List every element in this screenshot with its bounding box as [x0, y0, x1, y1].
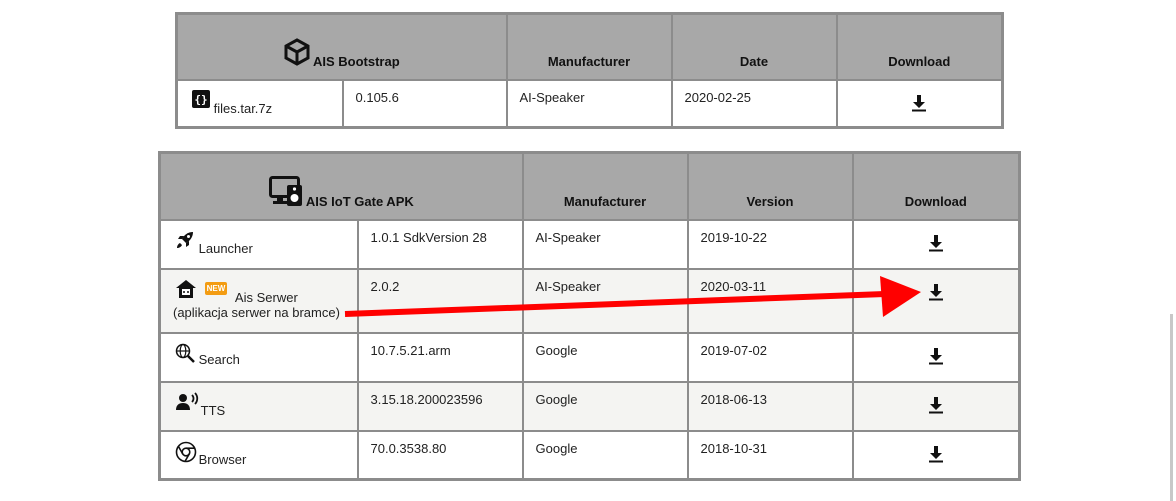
svg-text:{}: {} [194, 93, 207, 106]
table-row: Launcher 1.0.1 SdkVersion 28 AI-Speaker … [158, 218, 1021, 270]
chrome-icon [175, 441, 197, 466]
apk-title: AIS IoT Gate APK [305, 193, 414, 209]
app-name: TTS [200, 402, 226, 418]
version-cell: 3.15.18.200023596 [356, 380, 524, 432]
bootstrap-title: AIS Bootstrap [312, 53, 400, 69]
date-cell: 2019-07-02 [686, 331, 854, 383]
download-icon[interactable] [928, 347, 944, 368]
download-cell [835, 78, 1004, 129]
table-row: Search 10.7.5.21.arm Google 2019-07-02 [158, 331, 1021, 383]
date-cell: 2020-03-11 [686, 267, 854, 334]
manufacturer-cell: AI-Speaker [505, 78, 673, 129]
date-cell: 2020-02-25 [670, 78, 838, 129]
table-row: Browser 70.0.3538.80 Google 2018-10-31 [158, 429, 1021, 481]
version-cell: 70.0.3538.80 [356, 429, 524, 481]
date-cell: 2018-06-13 [686, 380, 854, 432]
date-cell: 2018-10-31 [686, 429, 854, 481]
devices-icon [268, 175, 303, 209]
manufacturer-cell: Google [521, 429, 689, 481]
manufacturer-cell: AI-Speaker [521, 218, 689, 270]
bootstrap-manufacturer-header: Manufacturer [505, 12, 673, 81]
download-icon[interactable] [928, 445, 944, 466]
download-icon[interactable] [928, 283, 944, 304]
apk-download-header: Download [851, 151, 1021, 221]
speaker-voice-icon [175, 391, 199, 415]
home-server-icon [175, 279, 197, 302]
file-name-cell: {} files.tar.7z [175, 78, 344, 129]
new-badge: NEW [204, 281, 228, 295]
app-name-cell: Browser [158, 429, 359, 481]
download-cell [851, 267, 1021, 334]
globe-search-icon [175, 343, 195, 366]
bootstrap-table: AIS Bootstrap Manufacturer Date Download… [175, 12, 1004, 129]
version-cell: 1.0.1 SdkVersion 28 [356, 218, 524, 270]
app-subtitle: (aplikacja serwer na bramce) [173, 304, 340, 320]
download-icon[interactable] [911, 94, 927, 115]
bootstrap-download-header: Download [835, 12, 1004, 81]
manufacturer-cell: Google [521, 380, 689, 432]
apk-header-row: AIS IoT Gate APK Manufacturer Version Do… [158, 151, 1021, 221]
app-name: Ais Serwer [234, 289, 298, 305]
apk-manufacturer-header: Manufacturer [521, 151, 689, 221]
rocket-icon [175, 230, 195, 253]
table-row: {} files.tar.7z 0.105.6 AI-Speaker 2020-… [175, 78, 1004, 129]
apk-version-header: Version [686, 151, 854, 221]
bootstrap-title-header: AIS Bootstrap [175, 12, 508, 81]
code-braces-icon: {} [192, 89, 210, 111]
manufacturer-cell: AI-Speaker [521, 267, 689, 334]
bootstrap-header-row: AIS Bootstrap Manufacturer Date Download [175, 12, 1004, 81]
app-name: Search [198, 351, 240, 367]
file-name: files.tar.7z [213, 100, 273, 116]
apk-table: AIS IoT Gate APK Manufacturer Version Do… [158, 151, 1022, 481]
app-name-cell: TTS [158, 380, 359, 432]
version-cell: 2.0.2 [356, 267, 524, 334]
download-cell [851, 429, 1021, 481]
manufacturer-cell: Google [521, 331, 689, 383]
app-name-cell: Search [158, 331, 359, 383]
download-icon[interactable] [928, 234, 944, 255]
table-row: NEW Ais Serwer (aplikacja serwer na bram… [158, 267, 1021, 334]
date-cell: 2019-10-22 [686, 218, 854, 270]
download-cell [851, 218, 1021, 270]
app-name-cell: Launcher [158, 218, 359, 270]
download-icon[interactable] [928, 396, 944, 417]
download-cell [851, 380, 1021, 432]
bootstrap-date-header: Date [670, 12, 838, 81]
app-name: Launcher [198, 240, 253, 256]
table-row: TTS 3.15.18.200023596 Google 2018-06-13 [158, 380, 1021, 432]
scrollbar[interactable] [1170, 314, 1173, 501]
cube-icon [284, 37, 310, 69]
download-cell [851, 331, 1021, 383]
app-name-cell: NEW Ais Serwer (aplikacja serwer na bram… [158, 267, 359, 334]
apk-title-header: AIS IoT Gate APK [158, 151, 524, 221]
app-name: Browser [198, 451, 247, 467]
version-cell: 10.7.5.21.arm [356, 331, 524, 383]
version-cell: 0.105.6 [341, 78, 508, 129]
